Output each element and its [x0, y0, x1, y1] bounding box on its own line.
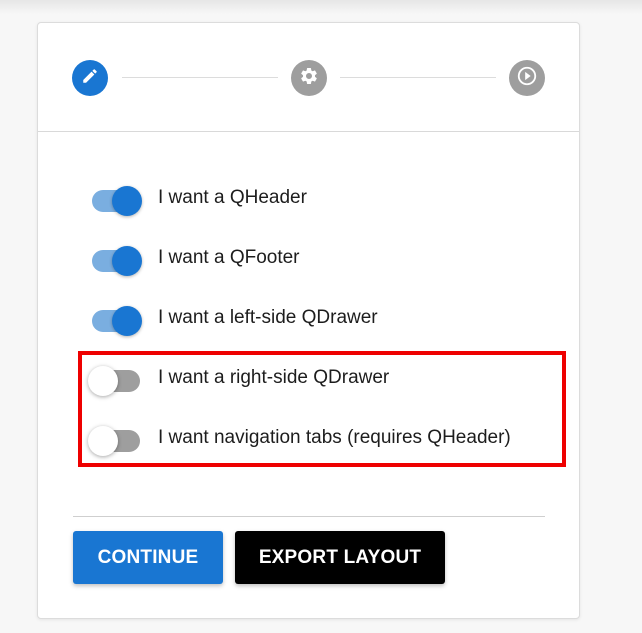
navigation-tabs-toggle[interactable]: [88, 418, 142, 458]
option-right-drawer[interactable]: I want a right-side QDrawer: [88, 358, 390, 398]
stepper-connector: [122, 77, 278, 78]
step-1-edit[interactable]: [72, 60, 108, 96]
qfooter-toggle[interactable]: [90, 238, 142, 278]
stepper-connector: [340, 77, 496, 78]
option-label: I want a left-side QDrawer: [158, 307, 378, 328]
top-shade: [0, 0, 642, 14]
continue-button[interactable]: CONTINUE: [73, 531, 223, 584]
qheader-toggle[interactable]: [90, 178, 142, 218]
option-label: I want navigation tabs (requires QHeader…: [158, 427, 511, 448]
option-left-drawer[interactable]: I want a left-side QDrawer: [90, 298, 378, 338]
toggle-thumb: [88, 426, 118, 456]
option-label: I want a QHeader: [158, 187, 307, 208]
option-qfooter[interactable]: I want a QFooter: [90, 238, 300, 278]
toggle-thumb: [112, 306, 142, 336]
gear-icon: [299, 66, 319, 91]
export-layout-button[interactable]: EXPORT LAYOUT: [235, 531, 445, 584]
option-navigation-tabs[interactable]: I want navigation tabs (requires QHeader…: [88, 418, 511, 458]
layout-wizard-card: I want a QHeader I want a QFooter I want…: [37, 22, 580, 619]
option-label: I want a right-side QDrawer: [158, 367, 390, 388]
step-3-play[interactable]: [509, 60, 545, 96]
play-circle-icon: [516, 65, 538, 92]
option-qheader[interactable]: I want a QHeader: [90, 178, 307, 218]
toggle-thumb: [112, 246, 142, 276]
step-2-settings[interactable]: [291, 60, 327, 96]
actions-divider: [73, 516, 545, 517]
right-drawer-toggle[interactable]: [88, 358, 142, 398]
toggle-thumb: [112, 186, 142, 216]
stepper: [38, 23, 579, 132]
toggle-thumb: [88, 366, 118, 396]
option-label: I want a QFooter: [158, 247, 300, 268]
left-drawer-toggle[interactable]: [90, 298, 142, 338]
pencil-icon: [81, 67, 99, 90]
